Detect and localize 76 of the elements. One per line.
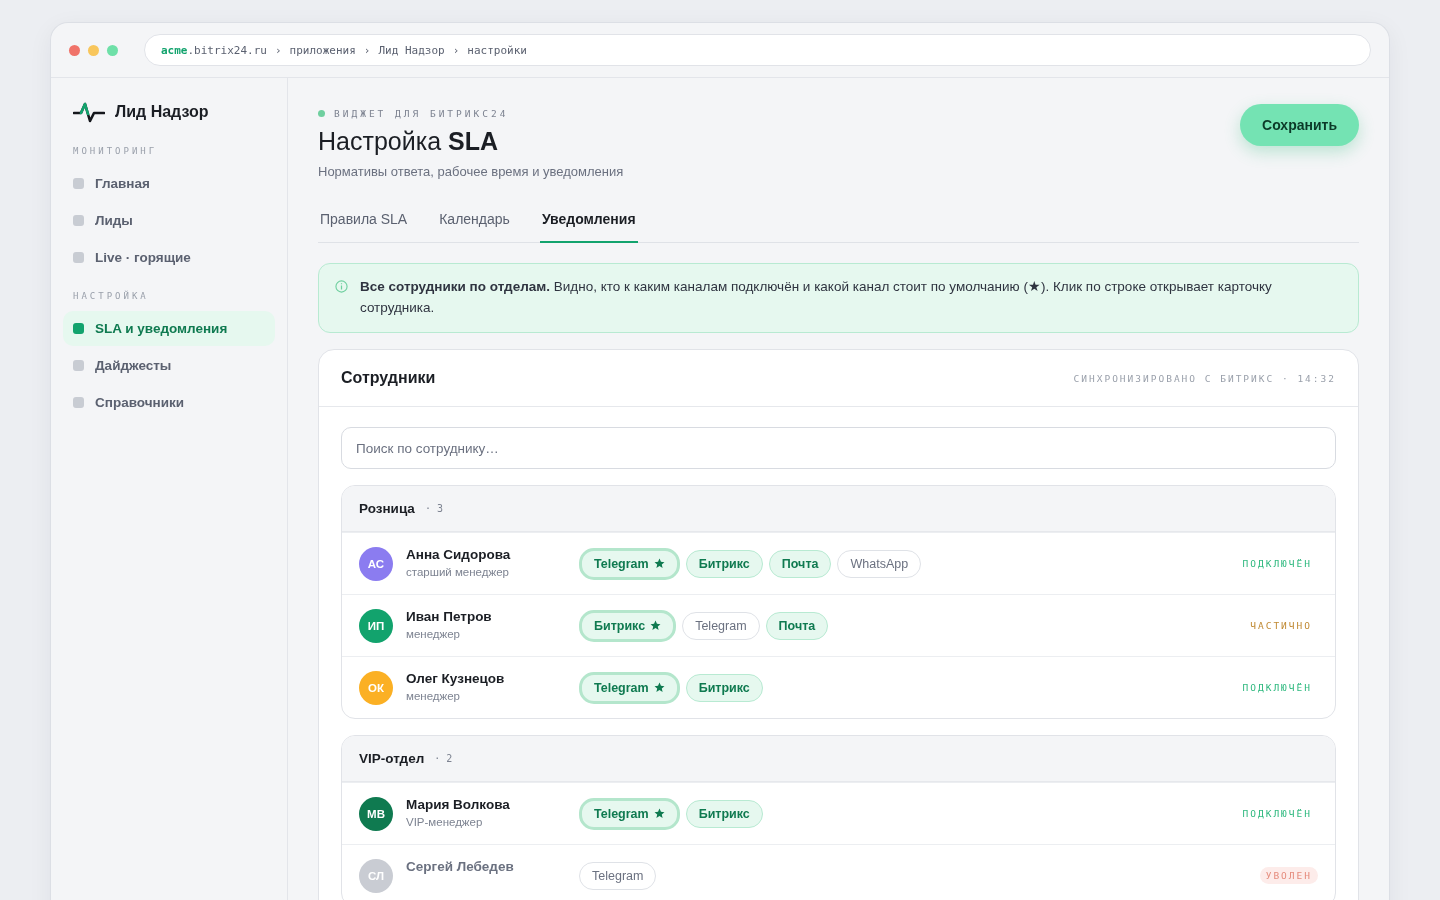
channel-chip[interactable]: Telegram [579,671,680,704]
channel-chip[interactable]: Почта [765,611,829,640]
employee-name: Анна Сидорова [406,546,511,562]
breadcrumb-label: Лид Надзор [378,43,445,57]
group-count: · 3 [424,503,443,514]
star-icon [653,558,665,569]
url-separator: › [363,43,371,57]
channel-chip[interactable]: Telegram [682,611,760,640]
avatar: ИП [359,608,393,643]
group-name: VIP-отдел [359,751,425,766]
employee-name: Мария Волкова [406,796,510,812]
save-button[interactable]: Сохранить [1240,104,1359,146]
pulse-logo-icon [73,101,105,123]
page-title: Настройка SLA [318,127,500,156]
status-label: ЧАСТИЧНО [1249,619,1313,633]
address-bar[interactable]: acme.bitrix24.ru › приложения › Лид Надзор › настройки [144,34,1371,66]
channel-chip[interactable]: Telegram [579,861,657,890]
star-icon [650,620,662,631]
channel-chip[interactable]: Почта [768,549,832,578]
sidebar-item[interactable]: Справочники [63,385,275,420]
card-title: Сотрудники [341,369,436,387]
channel-chip[interactable]: Битрикс [579,609,677,642]
tab[interactable]: Уведомления [539,211,638,243]
sidebar-item[interactable]: Лиды [63,203,275,238]
tab[interactable]: Правила SLA [318,211,410,243]
star-icon [653,808,665,819]
info-icon [335,280,348,293]
close-icon[interactable] [69,44,80,56]
minimize-icon[interactable] [88,44,99,56]
employee-role: менеджер [406,689,461,702]
section-title: МОНИТОРИНГ [72,146,159,156]
status-label: ПОДКЛЮЧЁН [1241,681,1313,695]
avatar: АС [359,546,393,581]
sidebar-item[interactable]: Главная [63,166,275,201]
brand-name: Лид Надзор [115,103,209,121]
employee-name: Сергей Лебедев [406,858,514,874]
breadcrumb-label: приложения [289,43,356,57]
status-label: ПОДКЛЮЧЁН [1241,807,1313,821]
group-name: Розница [359,501,415,516]
info-text: Все сотрудники по отделам. Видно, кто к каким каналам подключён и какой канал стоит по умолчанию (★). Клик по строке открывает карточку сотрудника. [360,278,1273,317]
channel-chip[interactable]: Битрикс [685,673,763,702]
status-label: УВОЛЕН [1259,867,1318,884]
star-icon [653,682,665,693]
employee-row[interactable]: МВ Мария Волкова VIP-менеджер Telegram Битрикс ПОДКЛЮЧЁН [342,782,1335,844]
page-subtitle: Нормативы ответа, рабочее время и уведомления [318,164,624,179]
employee-name: Олег Кузнецов [406,670,505,686]
status-dot-icon [318,110,325,117]
section-title: НАСТРОЙКА [72,291,150,301]
sidebar-item[interactable]: Дайджесты [63,348,275,383]
avatar: МВ [359,796,393,831]
employee-role: VIP-менеджер [406,815,484,828]
channel-chip[interactable]: WhatsApp [837,549,922,578]
group-count: · 2 [434,753,453,764]
maximize-icon[interactable] [107,44,118,56]
url-separator: › [275,43,282,57]
breadcrumb-label: настройки [467,43,527,57]
sidebar-item[interactable]: SLA и уведомления [63,311,275,346]
sync-status: СИНХРОНИЗИРОВАНО С БИТРИКС · 14:32 [1073,372,1336,384]
channel-chip[interactable]: Битрикс [685,549,763,578]
search-field[interactable]: Поиск по сотруднику… [341,427,1336,469]
sidebar-item[interactable]: Live · горящие [63,240,275,275]
employee-role: менеджер [406,627,461,640]
eyebrow-label: ВИДЖЕТ ДЛЯ БИТРИКС24 [334,108,509,119]
employee-row[interactable]: ОК Олег Кузнецов менеджер Telegram Битрикс ПОДКЛЮЧЁН [342,656,1335,718]
channel-chip[interactable]: Битрикс [685,799,763,828]
avatar: ОК [359,670,393,705]
employee-role: старший менеджер [406,565,510,578]
status-label: ПОДКЛЮЧЁН [1241,557,1313,571]
url-separator: › [452,43,460,57]
channel-chip[interactable]: Telegram [579,547,680,580]
tab[interactable]: Календарь [437,211,512,243]
employee-name: Иван Петров [406,608,492,624]
employee-row[interactable]: ИП Иван Петров менеджер Битрикс Telegram Почта ЧАСТИЧНО [342,594,1335,656]
channel-chip[interactable]: Telegram [579,797,680,830]
employee-row[interactable]: АС Анна Сидорова старший менеджер Telegram Битрикс Почта WhatsApp ПОДКЛЮЧЁН [342,532,1335,594]
url-host: acme.bitrix24.ru [161,43,267,57]
